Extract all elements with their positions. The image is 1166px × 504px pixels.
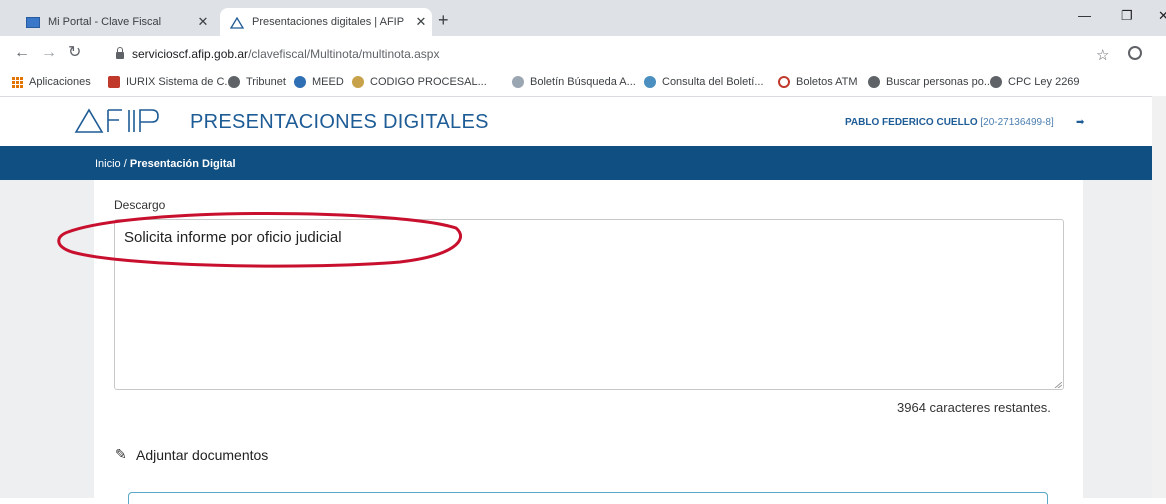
attach-documents-title: Adjuntar documentos [136, 447, 269, 463]
attach-dropzone[interactable] [128, 492, 1048, 504]
paperclip-icon: ✎ [115, 446, 127, 462]
page-scrollbar[interactable] [1152, 96, 1166, 498]
annotation-ellipse [57, 212, 463, 268]
